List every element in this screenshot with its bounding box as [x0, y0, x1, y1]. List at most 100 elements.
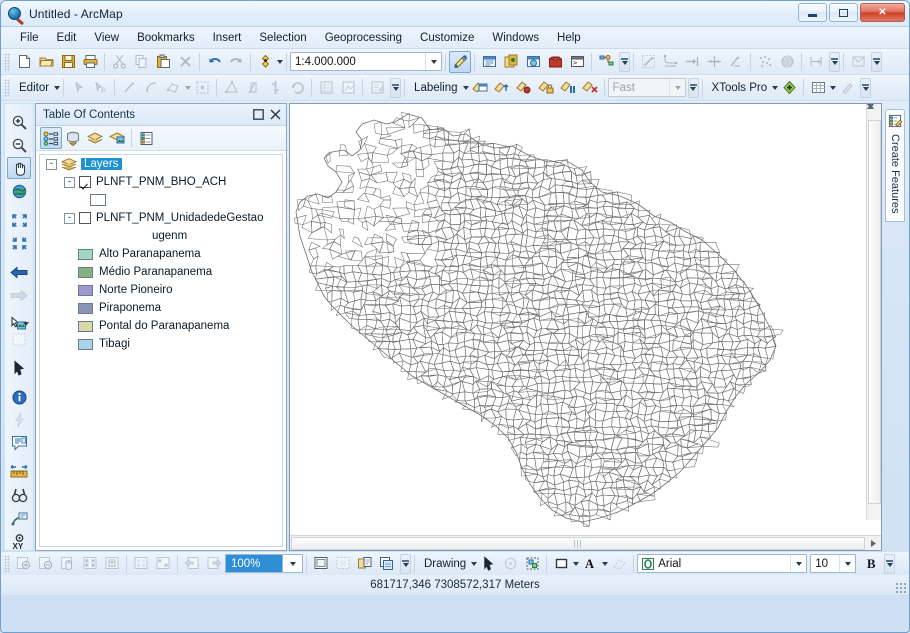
cut-polygons-icon[interactable]	[242, 77, 264, 99]
menu-customize[interactable]: Customize	[411, 30, 483, 46]
legend-swatch[interactable]	[78, 302, 93, 314]
mail-envelope-icon[interactable]	[847, 51, 869, 73]
catalog-icon[interactable]	[500, 51, 522, 73]
menu-edit[interactable]: Edit	[48, 30, 86, 46]
font-color-icon[interactable]: A	[579, 553, 601, 575]
legend-item-norte-pioneiro[interactable]: Norte Pioneiro	[40, 281, 282, 299]
new-map-icon[interactable]	[13, 51, 35, 73]
xtools-table-icon[interactable]	[807, 77, 829, 99]
trace-icon[interactable]	[162, 77, 184, 99]
redo-icon[interactable]	[225, 51, 247, 73]
label-priority-icon[interactable]	[491, 77, 513, 99]
table-of-contents-icon[interactable]	[478, 51, 500, 73]
go-forward-layout-icon[interactable]	[203, 553, 225, 575]
standard-toolbar-overflow[interactable]	[619, 51, 630, 72]
menu-help[interactable]: Help	[548, 30, 590, 46]
layout-toolbar-overflow[interactable]	[400, 553, 411, 574]
labeling-menu[interactable]: Labeling	[408, 82, 461, 94]
paste-icon[interactable]	[152, 51, 174, 73]
area-volume-icon[interactable]	[805, 51, 827, 73]
close-button[interactable]: ✕	[860, 3, 905, 22]
legend-swatch[interactable]	[78, 248, 93, 260]
new-text-icon[interactable]	[608, 553, 630, 575]
layout-zoom-out-icon[interactable]	[35, 553, 57, 575]
legend-swatch[interactable]	[78, 320, 93, 332]
endpoint-arc-icon[interactable]	[140, 77, 162, 99]
delete-icon[interactable]	[174, 51, 196, 73]
find-icon[interactable]	[7, 484, 31, 506]
maximize-button[interactable]	[829, 3, 858, 22]
drawing-menu[interactable]: Drawing	[418, 558, 470, 570]
arctoolbox-icon[interactable]	[544, 51, 566, 73]
layout-pan-icon[interactable]	[57, 553, 79, 575]
expander-icon[interactable]: -	[64, 176, 75, 188]
edit-vertices-icon[interactable]	[191, 77, 213, 99]
expander-icon[interactable]: -	[46, 158, 57, 170]
toc-autohide-icon[interactable]	[251, 108, 265, 122]
fixed-zoom-out-icon[interactable]	[7, 232, 31, 254]
bold-button[interactable]: B	[860, 553, 882, 575]
legend-item-alto-paranapanema[interactable]: Alto Paranapanema	[40, 245, 282, 263]
identify-icon[interactable]	[7, 386, 31, 408]
legend-swatch[interactable]	[78, 284, 93, 296]
menu-bookmarks[interactable]: Bookmarks	[128, 30, 204, 46]
vertical-scroll-thumb[interactable]	[867, 120, 881, 504]
map-vertical-scrollbar[interactable]	[866, 104, 881, 520]
drawing-toolbar-overflow[interactable]	[884, 553, 896, 574]
label-weight-icon[interactable]	[513, 77, 535, 99]
toc-options-icon[interactable]	[135, 127, 157, 149]
open-icon[interactable]	[35, 51, 57, 73]
create-features-window-icon[interactable]	[366, 77, 388, 99]
chevron-down-icon[interactable]	[839, 555, 855, 572]
toc-root-layers[interactable]: - Layers	[40, 155, 282, 173]
minimize-button[interactable]	[798, 3, 827, 22]
select-elements-draw-icon[interactable]	[477, 553, 499, 575]
undo-icon[interactable]	[203, 51, 225, 73]
legend-item-medio-paranapanema[interactable]: Médio Paranapanema	[40, 263, 282, 281]
go-back-extent-icon[interactable]	[7, 261, 31, 283]
menu-geoprocessing[interactable]: Geoprocessing	[316, 30, 411, 46]
add-data-dropdown-caret[interactable]	[277, 59, 283, 64]
horizontal-scroll-thumb[interactable]: |||	[291, 536, 865, 550]
rotate-icon[interactable]	[286, 77, 308, 99]
layout-fixed-zoom-out-icon[interactable]	[101, 553, 123, 575]
toc-tree[interactable]: - Layers - PLNFT_PNM_BHO_ACH - PLNFT_PNM…	[39, 154, 283, 547]
label-engine-combo[interactable]: Fast	[607, 78, 686, 97]
straight-segment-icon[interactable]	[118, 77, 140, 99]
expander-icon[interactable]: -	[64, 212, 75, 224]
editor-toolbar-grip[interactable]	[4, 78, 10, 97]
window-resize-grip[interactable]	[895, 582, 907, 594]
xtools-pencil-icon[interactable]	[836, 77, 858, 99]
cut-icon[interactable]	[108, 51, 130, 73]
sketch-properties-icon[interactable]	[337, 77, 359, 99]
interpolate-line-icon[interactable]	[637, 51, 659, 73]
save-icon[interactable]	[57, 51, 79, 73]
menu-selection[interactable]: Selection	[250, 30, 315, 46]
toc-layer-unidade-gestao[interactable]: - PLNFT_PNM_UnidadedeGestao	[40, 209, 282, 227]
menu-view[interactable]: View	[85, 30, 128, 46]
fixed-zoom-in-icon[interactable]	[7, 209, 31, 231]
print-icon[interactable]	[79, 51, 101, 73]
go-to-xy-icon[interactable]: XY	[7, 530, 31, 552]
globe-surface-icon[interactable]	[776, 51, 798, 73]
pan-icon[interactable]	[7, 157, 31, 179]
zoom-whole-page-icon[interactable]	[130, 553, 152, 575]
hyperlink-icon[interactable]	[7, 409, 31, 431]
attributes-icon[interactable]	[315, 77, 337, 99]
reshape-feature-icon[interactable]	[220, 77, 242, 99]
legend-swatch[interactable]	[78, 338, 93, 350]
measure-icon[interactable]	[7, 461, 31, 483]
pause-labeling-icon[interactable]	[557, 77, 579, 99]
rotate-element-icon[interactable]	[499, 553, 521, 575]
go-back-layout-icon[interactable]	[181, 553, 203, 575]
html-popup-icon[interactable]	[7, 432, 31, 454]
layer-visibility-checkbox[interactable]	[79, 212, 91, 224]
split-icon[interactable]	[264, 77, 286, 99]
legend-item-tibagi[interactable]: Tibagi	[40, 335, 282, 353]
python-window-icon[interactable]: >_	[566, 51, 588, 73]
layer-visibility-checkbox[interactable]	[79, 176, 91, 188]
select-features-caret[interactable]	[23, 322, 29, 326]
xtools-toolbar-overflow[interactable]	[860, 77, 872, 98]
toc-close-icon[interactable]	[268, 108, 282, 122]
legend-swatch[interactable]	[78, 266, 93, 278]
